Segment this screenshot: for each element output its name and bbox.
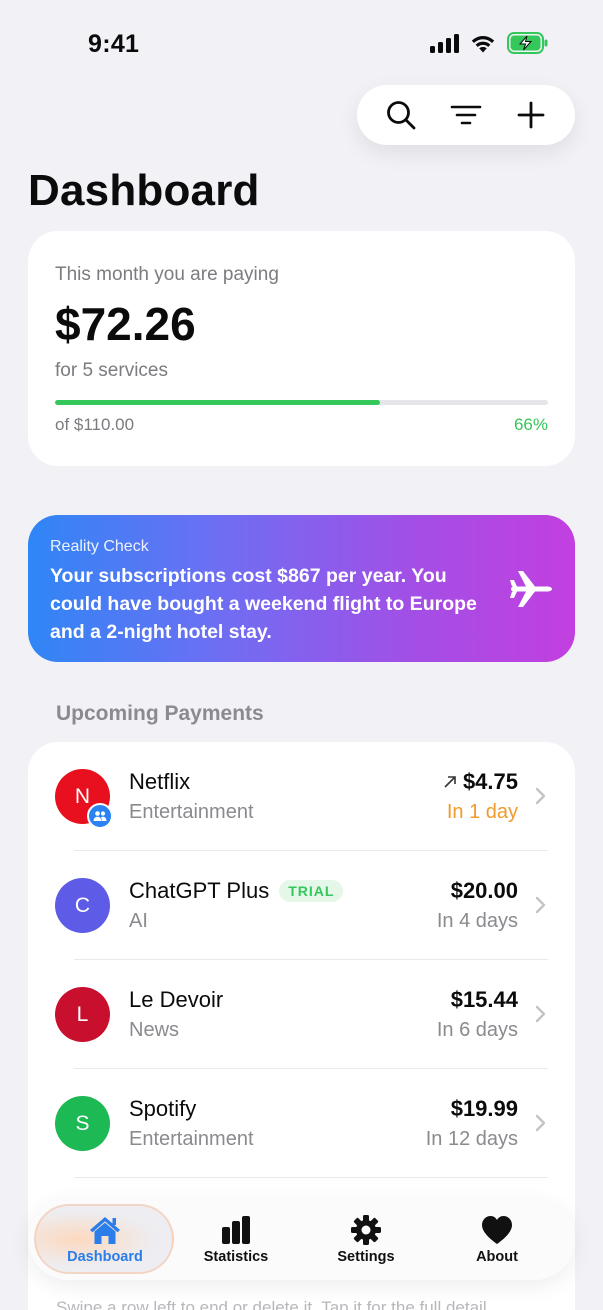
search-icon: [387, 101, 416, 130]
tab-label: About: [476, 1248, 518, 1265]
add-button[interactable]: [508, 92, 554, 138]
service-price: $20.00: [450, 878, 518, 903]
people-icon: [93, 811, 107, 821]
tab-label: Settings: [337, 1248, 395, 1265]
payment-row-netflix[interactable]: N Netflix Entertainment $4.75 In 1 day: [28, 742, 575, 851]
chevron-right-icon: [535, 1114, 546, 1132]
shared-badge: [87, 803, 113, 829]
upcoming-payments-heading: Upcoming Payments: [56, 702, 264, 725]
status-bar: 9:41: [0, 0, 603, 90]
due-date: In 4 days: [436, 910, 518, 932]
payment-row-chatgpt-plus[interactable]: C ChatGPT Plus TRIAL AI $20.00 In 4 days: [28, 851, 575, 960]
tab-dashboard[interactable]: Dashboard: [40, 1198, 170, 1280]
reality-check-label: Reality Check: [50, 538, 149, 555]
monthly-summary-card: This month you are paying $72.26 for 5 s…: [28, 231, 575, 466]
service-category: Entertainment: [129, 1128, 254, 1150]
budget-percent: 66%: [513, 415, 548, 434]
service-category: Entertainment: [129, 801, 254, 823]
payment-row-spotify[interactable]: S Spotify Entertainment $19.99 In 12 day…: [28, 1069, 575, 1178]
wifi-icon: [471, 35, 495, 52]
reality-check-card[interactable]: Reality Check Your subscriptions cost $8…: [28, 515, 575, 662]
service-name: Le Devoir: [129, 987, 224, 1012]
service-avatar: S: [55, 1096, 110, 1151]
house-icon: [90, 1216, 120, 1244]
toolbar: [357, 85, 575, 145]
service-avatar: C: [55, 878, 110, 933]
reality-check-text: Your subscriptions cost $867 per year. Y…: [50, 565, 477, 643]
plus-icon: [517, 101, 545, 129]
budget-progress-bar: [55, 400, 548, 405]
status-time: 9:41: [88, 30, 140, 58]
cellular-signal-icon: [430, 33, 459, 53]
monthly-amount: $72.26: [55, 298, 196, 350]
service-category: News: [129, 1019, 180, 1041]
tab-settings[interactable]: Settings: [301, 1198, 431, 1280]
due-date: In 1 day: [446, 801, 518, 823]
service-name: ChatGPT Plus TRIAL: [129, 878, 344, 904]
service-count: for 5 services: [55, 360, 168, 381]
heart-icon: [482, 1215, 512, 1244]
page-title: Dashboard: [28, 166, 260, 215]
swipe-hint: Swipe a row left to end or delete it. Ta…: [56, 1298, 492, 1310]
chevron-right-icon: [535, 787, 546, 805]
tab-label: Statistics: [203, 1248, 269, 1265]
battery-charging-icon: [507, 32, 548, 54]
chevron-right-icon: [535, 1005, 546, 1023]
payment-row-le-devoir[interactable]: L Le Devoir News $15.44 In 6 days: [28, 960, 575, 1069]
status-icons: [430, 32, 549, 54]
tab-statistics[interactable]: Statistics: [171, 1198, 301, 1280]
service-name: Netflix: [129, 769, 191, 794]
filter-button[interactable]: [443, 92, 489, 138]
tab-about[interactable]: About: [432, 1198, 562, 1280]
service-name: Spotify: [129, 1096, 197, 1121]
summary-label: This month you are paying: [55, 264, 279, 285]
search-button[interactable]: [378, 92, 424, 138]
chart-bars-icon: [222, 1215, 250, 1244]
budget-total: of $110.00: [55, 415, 135, 434]
dashboard-screen: 9:41 Dashboard This month you are paying…: [0, 0, 603, 1310]
service-price: $15.44: [450, 987, 518, 1012]
tab-label: Dashboard: [67, 1248, 143, 1265]
tab-bar: Dashboard Statistics Settings About: [28, 1198, 575, 1280]
airplane-icon: [510, 571, 552, 607]
due-date: In 6 days: [436, 1019, 518, 1041]
chevron-right-icon: [535, 896, 546, 914]
arrow-up-right-icon: [444, 776, 456, 788]
gear-icon: [351, 1214, 381, 1245]
trial-badge: TRIAL: [279, 880, 344, 902]
service-price: $4.75: [443, 769, 518, 795]
filter-icon: [450, 105, 482, 125]
budget-progress-fill: [55, 400, 381, 405]
service-price: $19.99: [450, 1096, 518, 1121]
service-avatar: L: [55, 987, 110, 1042]
service-category: AI: [129, 910, 148, 932]
due-date: In 12 days: [425, 1128, 518, 1150]
